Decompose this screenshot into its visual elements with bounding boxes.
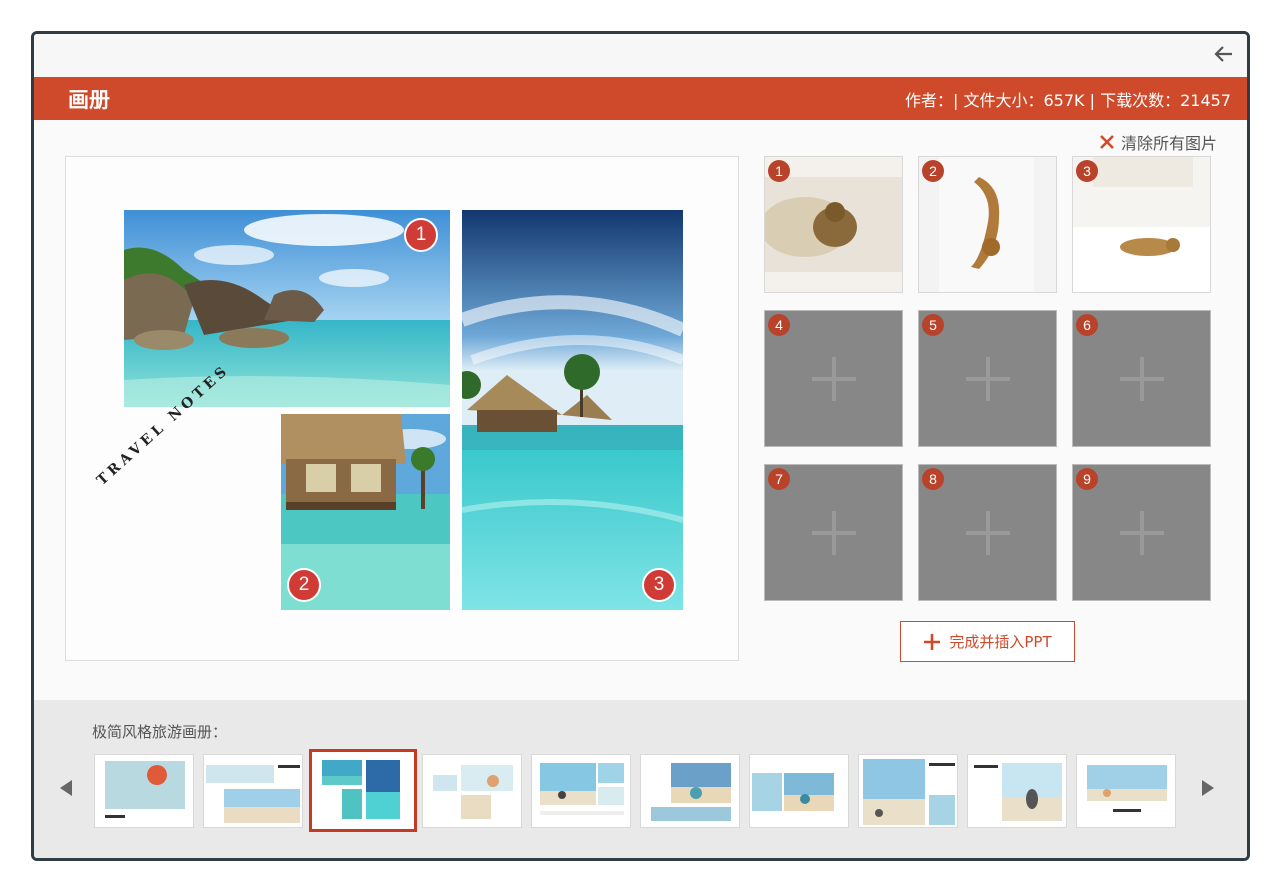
prev-arrow-icon[interactable] (58, 778, 74, 798)
template-thumb-1[interactable] (94, 754, 194, 828)
slot-badge: 9 (1076, 468, 1098, 490)
preview-photo-2[interactable]: 2 (281, 414, 450, 610)
template-thumb-4[interactable] (422, 754, 522, 828)
image-slot-4[interactable]: 4 (764, 310, 903, 447)
preview-badge-2: 2 (287, 568, 321, 602)
plus-icon (924, 633, 941, 650)
slot-badge: 6 (1076, 314, 1098, 336)
template-strip: 极简风格旅游画册： (34, 700, 1247, 858)
image-slot-3[interactable]: 3 (1072, 156, 1211, 293)
template-preview-image (532, 755, 630, 827)
template-thumb-8[interactable] (858, 754, 958, 828)
template-preview-image (1077, 755, 1175, 827)
template-thumb-2[interactable] (203, 754, 303, 828)
slot-badge: 1 (768, 160, 790, 182)
image-slot-5[interactable]: 5 (918, 310, 1057, 447)
slot-badge: 5 (922, 314, 944, 336)
template-thumb-6[interactable] (640, 754, 740, 828)
plus-icon (1120, 357, 1164, 401)
finish-label: 完成并插入PPT (949, 633, 1052, 651)
template-preview-image (968, 755, 1066, 827)
next-arrow-icon[interactable] (1200, 778, 1216, 798)
image-slot-6[interactable]: 6 (1072, 310, 1211, 447)
plus-icon (812, 357, 856, 401)
title-bar: 画册 作者：| 文件大小：657K | 下载次数：21457 (34, 77, 1247, 120)
image-slot-1[interactable]: 1 (764, 156, 903, 293)
template-thumb-7[interactable] (749, 754, 849, 828)
preview-badge-1: 1 (404, 218, 438, 252)
template-preview-image (641, 755, 739, 827)
template-category-label: 极简风格旅游画册： (92, 723, 228, 741)
slot-badge: 7 (768, 468, 790, 490)
template-preview-image (312, 752, 414, 829)
finish-insert-ppt-button[interactable]: 完成并插入PPT (900, 621, 1075, 662)
image-slot-2[interactable]: 2 (918, 156, 1057, 293)
dialog-title: 画册 (68, 87, 110, 112)
plus-icon (966, 357, 1010, 401)
template-preview-image (204, 755, 302, 827)
template-preview-image (750, 755, 848, 827)
template-preview-image (95, 755, 193, 827)
file-meta: 作者：| 文件大小：657K | 下载次数：21457 (905, 90, 1231, 110)
image-slot-8[interactable]: 8 (918, 464, 1057, 601)
slot-badge: 2 (922, 160, 944, 182)
album-dialog: 画册 作者：| 文件大小：657K | 下载次数：21457 清除所有图片 1 … (31, 31, 1250, 861)
infinity-pool-image (462, 210, 683, 610)
main-area: 清除所有图片 1 2 3 TRAVEL NOTES 1 2 3 4 5 6 7 … (34, 120, 1247, 700)
image-slot-7[interactable]: 7 (764, 464, 903, 601)
album-preview: 1 2 3 TRAVEL NOTES (65, 156, 739, 661)
template-preview-image (859, 755, 957, 827)
preview-photo-3[interactable]: 3 (462, 210, 683, 610)
slot-badge: 4 (768, 314, 790, 336)
clear-all-button[interactable]: 清除所有图片 (1099, 130, 1217, 154)
preview-badge-3: 3 (642, 568, 676, 602)
plus-icon (966, 511, 1010, 555)
template-thumb-3-selected[interactable] (309, 749, 417, 832)
template-thumb-10[interactable] (1076, 754, 1176, 828)
slot-badge: 8 (922, 468, 944, 490)
clear-all-label: 清除所有图片 (1120, 134, 1217, 153)
top-bar (34, 34, 1247, 77)
back-arrow-icon[interactable] (1213, 43, 1235, 65)
template-preview-image (423, 755, 521, 827)
close-icon (1100, 135, 1114, 149)
template-thumb-5[interactable] (531, 754, 631, 828)
image-slot-9[interactable]: 9 (1072, 464, 1211, 601)
template-thumb-9[interactable] (967, 754, 1067, 828)
plus-icon (812, 511, 856, 555)
preview-photo-1[interactable]: 1 (124, 210, 450, 407)
plus-icon (1120, 511, 1164, 555)
slot-badge: 3 (1076, 160, 1098, 182)
beach-rocks-image (124, 210, 450, 407)
